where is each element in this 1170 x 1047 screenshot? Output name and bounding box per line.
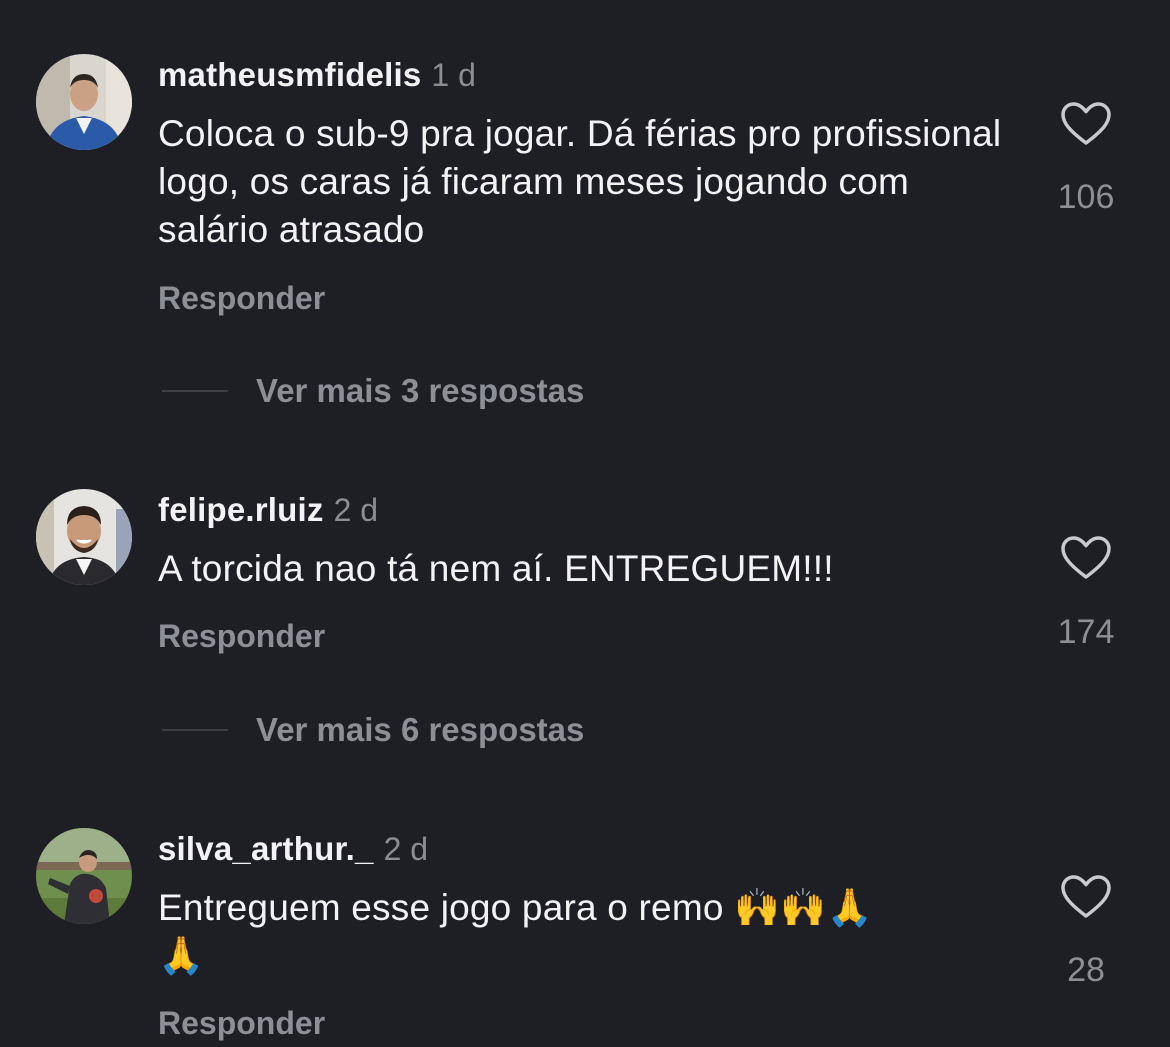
- comment-text: Coloca o sub-9 pra jogar. Dá férias pro …: [158, 113, 1002, 250]
- avatar-image: [36, 489, 132, 585]
- comment-text-line-2: 🙏: [158, 935, 205, 976]
- thread-divider: [162, 390, 228, 392]
- username[interactable]: felipe.rluiz: [158, 491, 324, 528]
- like-count: 106: [1057, 178, 1115, 216]
- comment-header: silva_arthur._ 2 d: [158, 830, 428, 868]
- view-more-replies[interactable]: Ver mais 6 respostas: [162, 711, 584, 749]
- timestamp: 1 d: [431, 57, 476, 93]
- comment-text: Entreguem esse jogo para o remo 🙌🙌🙏 🙏: [158, 884, 1018, 980]
- avatar-matheusmfidelis[interactable]: [36, 54, 132, 150]
- timestamp: 2 d: [333, 492, 379, 528]
- like-count: 28: [1067, 951, 1105, 989]
- avatar-silva-arthur[interactable]: [36, 828, 132, 924]
- avatar-image: [36, 828, 132, 924]
- thread-divider: [162, 729, 228, 731]
- timestamp: 2 d: [383, 831, 429, 867]
- comment-text: A torcida nao tá nem aí. ENTREGUEM!!!: [158, 548, 834, 589]
- comment-header: matheusmfidelis 1 d: [158, 56, 476, 94]
- view-more-replies[interactable]: Ver mais 3 respostas: [162, 372, 584, 410]
- heart-outline-icon: [1061, 102, 1111, 145]
- username[interactable]: silva_arthur._: [158, 830, 374, 867]
- heart-outline-icon: [1061, 875, 1111, 918]
- view-more-replies-label: Ver mais 6 respostas: [256, 711, 585, 748]
- view-more-replies-label: Ver mais 3 respostas: [256, 372, 585, 409]
- reply-button[interactable]: Responder: [158, 618, 325, 655]
- like-button[interactable]: [1052, 96, 1120, 152]
- reply-button[interactable]: Responder: [158, 1005, 325, 1042]
- like-button[interactable]: [1052, 530, 1120, 586]
- avatar-felipe-rluiz[interactable]: [36, 489, 132, 585]
- like-button[interactable]: [1052, 869, 1120, 925]
- like-count: 174: [1057, 613, 1115, 651]
- heart-outline-icon: [1061, 536, 1111, 579]
- comment-header: felipe.rluiz 2 d: [158, 491, 378, 529]
- avatar-image: [36, 54, 132, 150]
- comment-text-line-1: Entreguem esse jogo para o remo 🙌🙌🙏: [158, 887, 873, 928]
- username[interactable]: matheusmfidelis: [158, 56, 421, 93]
- reply-button[interactable]: Responder: [158, 280, 325, 317]
